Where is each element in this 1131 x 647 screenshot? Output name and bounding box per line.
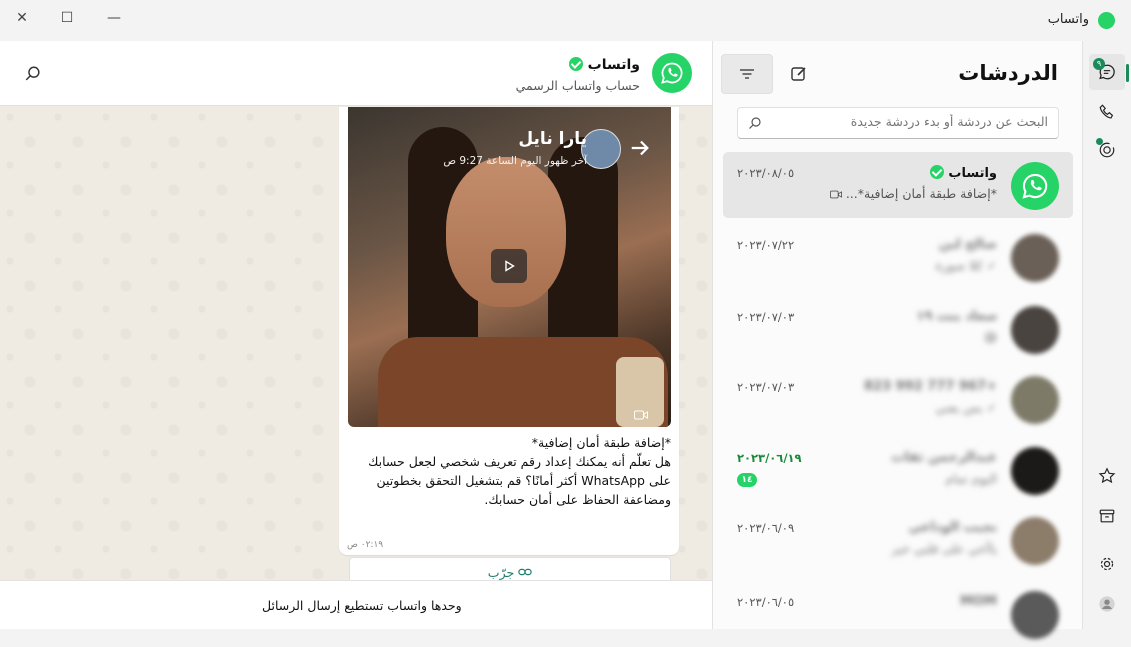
new-chat-button[interactable] <box>785 55 813 93</box>
chats-unread-badge: ٩ <box>1093 58 1105 70</box>
starred-icon <box>1098 467 1116 484</box>
chat-name: سعاد بنت ١٩ <box>916 309 997 324</box>
calls-icon <box>1099 104 1114 119</box>
contact-avatar <box>1011 517 1059 565</box>
contact-avatar <box>1011 306 1059 354</box>
app-title: واتساب <box>1047 12 1089 27</box>
nav-calls-button[interactable] <box>1089 94 1125 130</box>
chat-row[interactable]: عبدالرحمن ثقات ٢٠٢٣/٠٦/١٩ اليوم تمام ١٤ <box>723 437 1073 503</box>
message-bubble: يارا نايل آخر ظهور اليوم الساعة 9:27 ص *… <box>339 107 679 587</box>
chat-row[interactable]: +967 777 992 823 ٢٠٢٣/٠٧/٠٣ ✓ بس يعني <box>723 366 1073 432</box>
chat-list-panel: الدردشات واتساب ٢٠٢٣/٠٨/٠٥ *إضافة طبقة أ… <box>712 41 1083 639</box>
nav-starred-button[interactable] <box>1089 458 1125 494</box>
whatsapp-logo <box>1098 12 1115 29</box>
active-nav-indicator <box>1126 64 1129 82</box>
chat-date: ٢٠٢٣/٠٦/٠٥ <box>737 595 795 609</box>
contact-avatar <box>1011 234 1059 282</box>
chat-preview: 😅 <box>983 330 997 345</box>
chat-preview: *إضافة طبقة أمان إضافية*... <box>829 186 997 201</box>
chat-name: عبدالرحمن ثقات <box>891 450 997 465</box>
close-icon: ✕ <box>16 10 28 26</box>
link-icon <box>518 568 532 576</box>
app-window: ✕ ☐ — واتساب واتساب حساب واتساب الرسمي ي… <box>0 0 1131 639</box>
chat-preview: ياأخي على قلبي خير <box>891 541 997 556</box>
maximize-window-button[interactable]: ☐ <box>53 6 81 30</box>
profile-icon <box>1099 596 1115 612</box>
message-text: *إضافة طبقة أمان إضافية* هل تعلّم أنه يم… <box>368 435 671 507</box>
video-overlay-name: يارا نايل <box>518 129 587 149</box>
chat-name: نجيب الوداعي <box>908 520 998 535</box>
whatsapp-logo <box>1022 173 1048 199</box>
chat-preview: ✓ كلا صورة <box>935 258 998 273</box>
chats-heading: الدردشات <box>958 61 1058 85</box>
footer-notice: وحدها واتساب تستطيع إرسال الرسائل <box>262 598 462 613</box>
chat-name: +967 777 992 823 <box>863 379 997 394</box>
verified-icon <box>929 165 944 179</box>
title-bar: ✕ ☐ — واتساب <box>0 0 1131 40</box>
chat-search-box[interactable] <box>737 107 1059 139</box>
chat-preview: اليوم تمام <box>945 471 997 486</box>
new-chat-icon <box>791 67 806 81</box>
nav-status-button[interactable] <box>1089 132 1125 168</box>
archive-icon <box>1099 509 1115 523</box>
read-only-footer: وحدها واتساب تستطيع إرسال الرسائل <box>0 580 712 629</box>
nav-settings-button[interactable] <box>1089 546 1125 582</box>
verified-icon <box>568 57 583 71</box>
chat-name: MOM <box>960 594 997 609</box>
unread-count-badge: ١٤ <box>737 473 757 487</box>
filter-chats-button[interactable] <box>721 54 773 94</box>
chat-date: ٢٠٢٣/٠٧/٢٢ <box>737 238 795 252</box>
chat-date: ٢٠٢٣/٠٦/٠٩ <box>737 521 795 535</box>
chat-row[interactable]: صالح لبن ٢٠٢٣/٠٧/٢٢ ✓ كلا صورة <box>723 224 1073 290</box>
contact-avatar <box>1011 591 1059 639</box>
nav-profile-button[interactable] <box>1089 586 1125 622</box>
chat-row[interactable]: نجيب الوداعي ٢٠٢٣/٠٦/٠٩ ياأخي على قلبي خ… <box>723 507 1073 573</box>
status-new-indicator <box>1096 138 1103 145</box>
chat-date: ٢٠٢٣/٠٧/٠٣ <box>737 310 795 324</box>
search-icon <box>749 117 761 129</box>
chat-row[interactable]: MOM ٢٠٢٣/٠٦/٠٥ <box>723 581 1073 647</box>
chat-date: ٢٠٢٣/٠٦/١٩ <box>737 451 802 465</box>
contact-avatar <box>1011 447 1059 495</box>
settings-icon <box>1100 557 1114 571</box>
whatsapp-avatar[interactable] <box>652 53 692 93</box>
whatsapp-logo <box>661 62 683 84</box>
video-face <box>446 157 566 307</box>
arrow-icon <box>631 140 649 156</box>
video-thumbnail[interactable]: يارا نايل آخر ظهور اليوم الساعة 9:27 ص <box>348 107 671 427</box>
search-icon[interactable] <box>24 65 42 83</box>
conversation-pane: واتساب حساب واتساب الرسمي يارا نايل آخر … <box>0 41 712 629</box>
contact-avatar <box>1011 376 1059 424</box>
filter-icon <box>740 69 754 79</box>
video-camera-icon <box>634 410 648 420</box>
chat-date: ٢٠٢٣/٠٧/٠٣ <box>737 380 795 394</box>
maximize-icon: ☐ <box>60 10 74 26</box>
conversation-header[interactable]: واتساب حساب واتساب الرسمي <box>0 41 712 106</box>
chat-search-input[interactable] <box>768 114 1048 129</box>
minimize-window-button[interactable]: — <box>100 6 128 30</box>
video-camera-icon <box>829 190 842 199</box>
video-overlay-avatar <box>581 129 621 169</box>
navigation-rail: ٩ <box>1083 40 1131 629</box>
chat-preview: ✓ بس يعني <box>935 400 997 415</box>
chat-name: واتساب <box>926 165 997 181</box>
chat-date: ٢٠٢٣/٠٨/٠٥ <box>737 166 795 180</box>
conversation-subtitle: حساب واتساب الرسمي <box>515 78 640 93</box>
chat-name: صالح لبن <box>938 237 997 252</box>
video-overlay-subtitle: آخر ظهور اليوم الساعة 9:27 ص <box>443 155 587 167</box>
conversation-title: واتساب <box>565 57 640 73</box>
minimize-icon: — <box>107 10 121 26</box>
nav-chats-button[interactable]: ٩ <box>1089 54 1125 90</box>
play-icon <box>505 260 515 272</box>
chat-row-whatsapp[interactable]: واتساب ٢٠٢٣/٠٨/٠٥ *إضافة طبقة أمان إضافي… <box>723 152 1073 218</box>
close-window-button[interactable]: ✕ <box>8 6 36 30</box>
whatsapp-avatar <box>1011 162 1059 210</box>
chat-row[interactable]: سعاد بنت ١٩ ٢٠٢٣/٠٧/٠٣ 😅 <box>723 296 1073 362</box>
message-time: ٠٢:١٩ ص <box>347 540 384 550</box>
nav-archive-button[interactable] <box>1089 498 1125 534</box>
play-button[interactable] <box>491 249 527 283</box>
try-link-label: جرّب <box>487 564 515 580</box>
